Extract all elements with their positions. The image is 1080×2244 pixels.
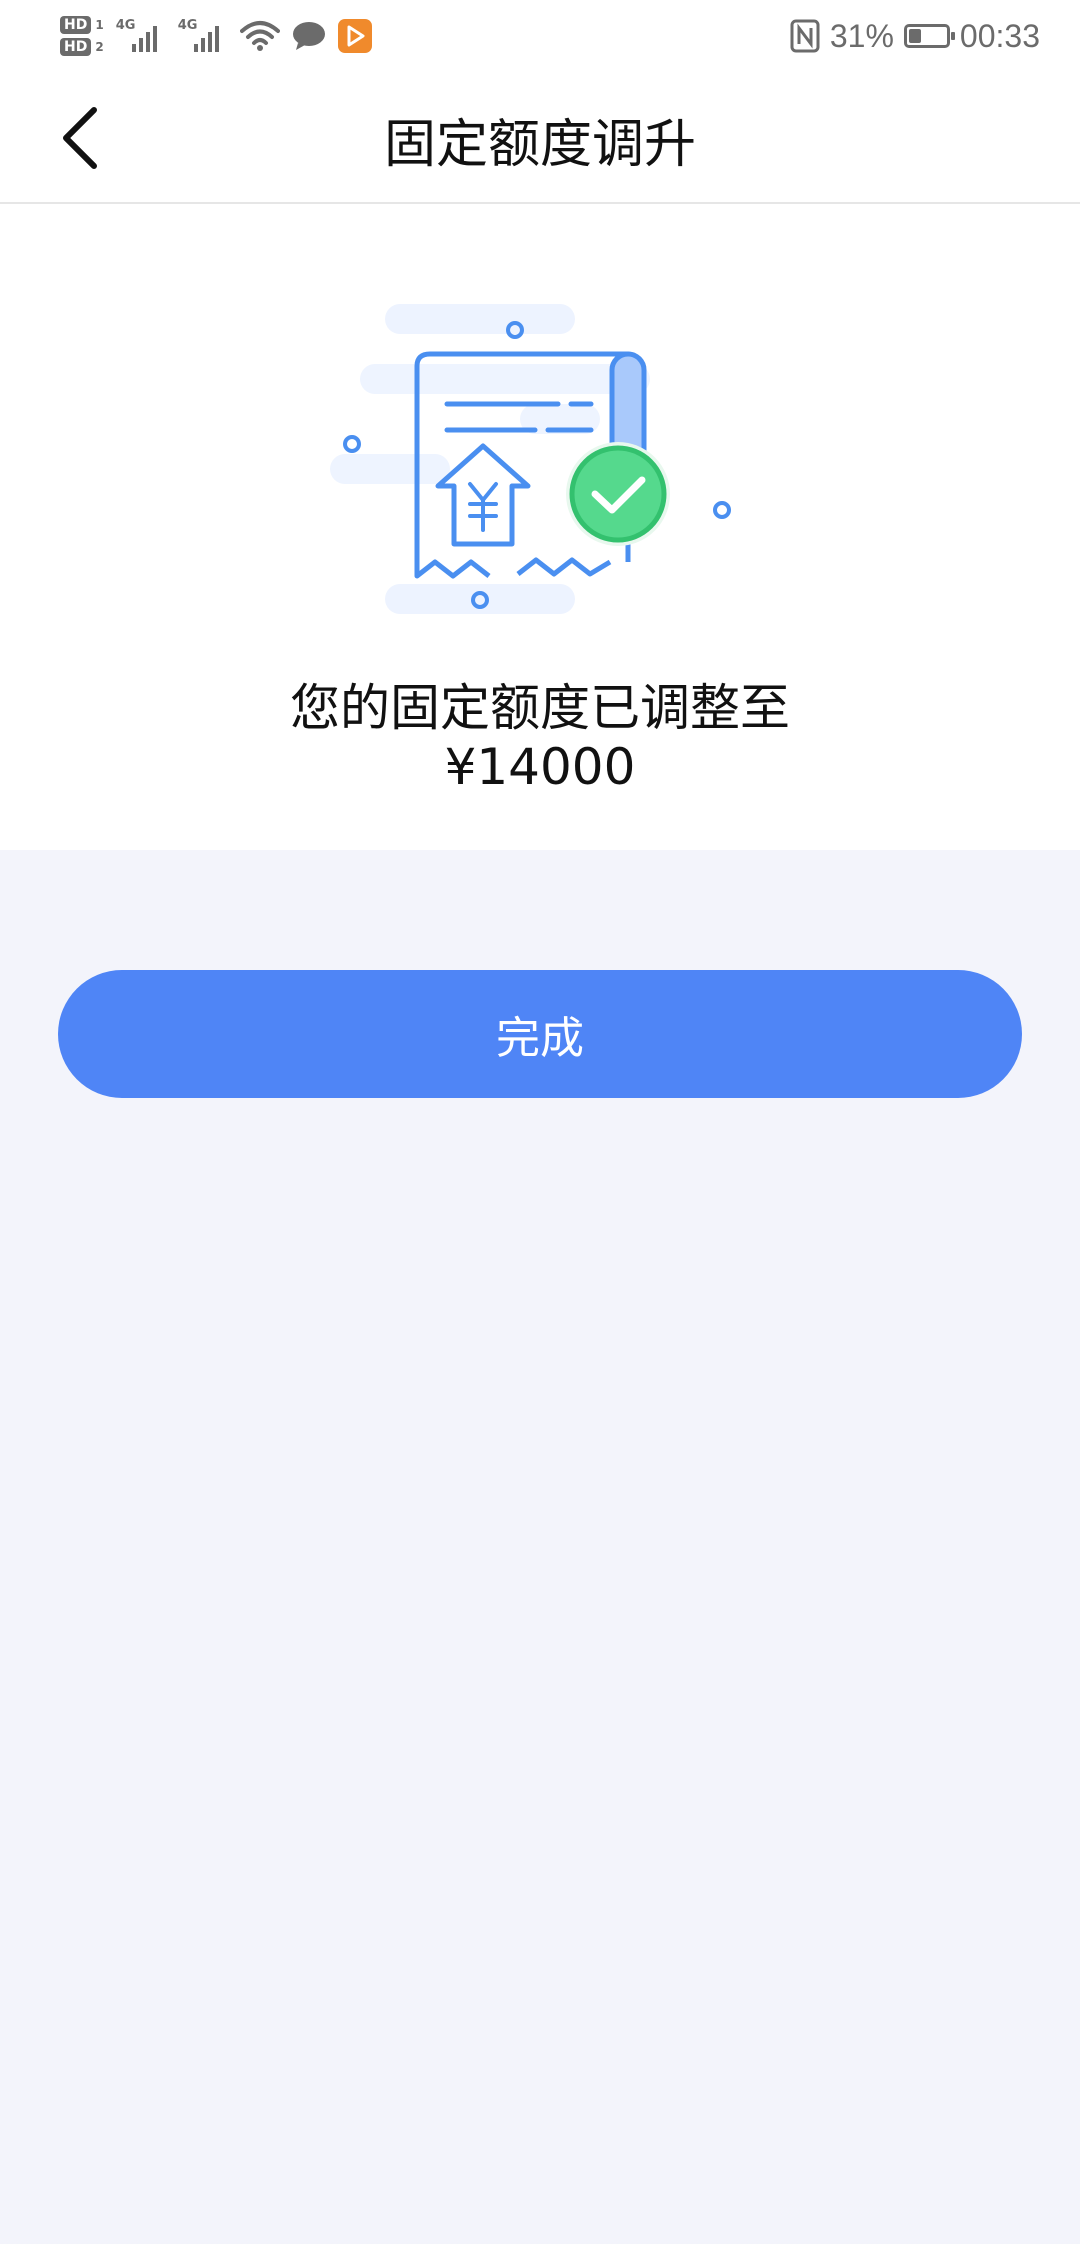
nfc-icon — [790, 19, 820, 53]
status-left: HD 1 HD 2 4G 4G — [60, 8, 372, 64]
done-button[interactable]: 完成 — [58, 970, 1022, 1098]
receipt-with-yuan-and-check-icon — [330, 304, 731, 614]
nav-header: 固定额度调升 — [0, 72, 1080, 204]
wifi-icon — [239, 21, 280, 51]
hd-badge-icon: HD — [60, 38, 92, 56]
clock: 00:33 — [959, 17, 1040, 54]
status-bar: HD 1 HD 2 4G 4G 31% 00:33 — [0, 0, 1080, 72]
status-right: 31% 00:33 — [790, 10, 1040, 62]
hd-badge-icon: HD — [60, 16, 92, 34]
battery-percent: 31% — [829, 17, 894, 54]
signal-icon: 4G — [178, 16, 228, 56]
hd-stack: HD 1 HD 2 — [60, 16, 104, 56]
new-limit-amount: ¥14000 — [444, 738, 636, 796]
battery-icon — [903, 24, 955, 48]
app-notification-icon — [337, 19, 372, 53]
hd-1: HD 1 — [60, 16, 104, 34]
page-title: 固定额度调升 — [383, 115, 696, 175]
hd-2: HD 2 — [60, 38, 104, 56]
hd-index: 1 — [95, 18, 104, 32]
signal-icon: 4G — [116, 16, 166, 56]
result-panel: 您的固定额度已调整至 ¥14000 — [0, 204, 1080, 850]
message-icon — [292, 22, 325, 50]
hd-index: 2 — [95, 40, 104, 54]
done-button-label: 完成 — [496, 1013, 584, 1064]
result-message: 您的固定额度已调整至 — [290, 679, 790, 737]
